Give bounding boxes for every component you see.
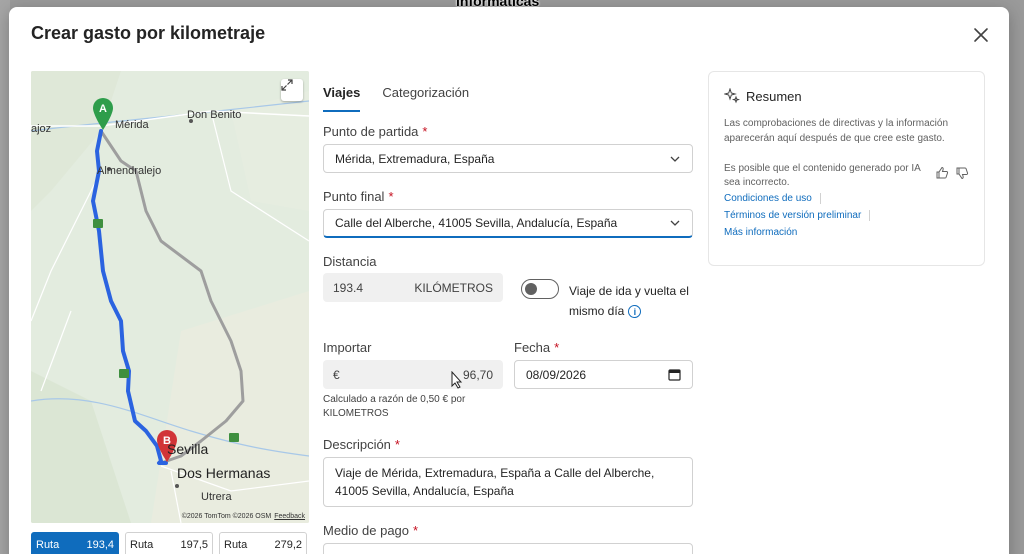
- map-label-don-benito: Don Benito: [187, 109, 242, 121]
- info-icon[interactable]: i: [628, 305, 642, 319]
- mileage-expense-dialog: Crear gasto por kilometraje A B ajoz Mér…: [9, 7, 1009, 554]
- link-separator: [869, 210, 871, 221]
- distance-field: 193.4 KILÓMETROS: [323, 273, 503, 302]
- map-label-almendralejo: Almendralejo: [97, 165, 162, 177]
- map-label-dos-hermanas: Dos Hermanas: [177, 465, 271, 481]
- link-separator: [819, 193, 821, 204]
- tab-viajes[interactable]: Viajes: [323, 85, 361, 112]
- summary-panel: Resumen Las comprobaciones de directivas…: [708, 71, 985, 266]
- distance-unit: KILÓMETROS: [414, 280, 493, 295]
- amount-field: € 96,70: [323, 360, 503, 389]
- route-option-label: Ruta: [224, 539, 248, 551]
- links-row-2: Términos de versión preliminar: [724, 207, 969, 224]
- start-marker-icon[interactable]: A: [91, 97, 115, 131]
- distance-label: Distancia: [323, 254, 377, 269]
- map-attribution-text: ©2026 TomTom ©2026 OSM: [181, 513, 272, 520]
- route-option-distance: 197,5: [180, 539, 208, 551]
- sparkle-icon: [724, 88, 740, 104]
- calendar-icon[interactable]: [668, 368, 681, 381]
- required-marker: *: [413, 523, 419, 538]
- form-tabs: Viajes Categorización: [323, 85, 469, 112]
- required-marker: *: [422, 124, 428, 139]
- chevron-down-icon: [670, 220, 680, 226]
- currency-symbol: €: [333, 367, 340, 382]
- rate-hint: Calculado a razón de 0,50 € por KILOMETR…: [323, 394, 466, 419]
- ai-notice: Es posible que el contenido generado por…: [724, 163, 921, 188]
- summary-text: Las comprobaciones de directivas y la in…: [724, 118, 948, 144]
- end-point-select[interactable]: Calle del Alberche, 41005 Sevilla, Andal…: [323, 209, 693, 238]
- end-point-label-text: Punto final: [323, 189, 385, 204]
- toggle-knob: [525, 283, 537, 295]
- start-point-label: Punto de partida *: [323, 124, 427, 139]
- roundtrip-label: Viaje de ida y vuelta el mismo día i: [569, 281, 699, 321]
- end-point-value: Calle del Alberche, 41005 Sevilla, Andal…: [335, 216, 618, 230]
- map-label-badajoz: ajoz: [31, 123, 52, 135]
- start-point-label-text: Punto de partida: [323, 124, 419, 139]
- route-option-label: Ruta: [130, 539, 154, 551]
- payment-label-text: Medio de pago: [323, 523, 410, 538]
- distance-value: 193.4: [333, 280, 364, 295]
- start-point-select[interactable]: Mérida, Extremadura, España: [323, 144, 693, 173]
- tab-categorizacion[interactable]: Categorización: [382, 85, 469, 112]
- summary-header: Resumen: [724, 88, 969, 104]
- chevron-down-icon: [670, 156, 680, 162]
- map-label-utrera: Utrera: [201, 491, 232, 503]
- expand-map-icon[interactable]: [281, 79, 303, 101]
- description-textarea[interactable]: Viaje de Mérida, Extremadura, España a C…: [323, 457, 693, 507]
- route-option-distance: 279,2: [274, 539, 302, 551]
- summary-title: Resumen: [746, 88, 802, 104]
- required-marker: *: [388, 189, 394, 204]
- date-input[interactable]: 08/09/2026: [514, 360, 693, 389]
- preview-terms-link[interactable]: Términos de versión preliminar: [724, 207, 861, 224]
- start-point-value: Mérida, Extremadura, España: [335, 151, 495, 166]
- date-value: 08/09/2026: [526, 367, 587, 382]
- required-marker: *: [554, 340, 560, 355]
- amount-label: Importar: [323, 340, 372, 355]
- route-option-3[interactable]: Ruta 279,2: [219, 532, 307, 554]
- terms-of-use-link[interactable]: Condiciones de uso: [724, 190, 812, 207]
- payment-label: Medio de pago *: [323, 523, 418, 538]
- dialog-title: Crear gasto por kilometraje: [31, 23, 266, 43]
- route-option-1[interactable]: Ruta 193,4: [31, 532, 119, 554]
- required-marker: *: [394, 437, 400, 452]
- links-row-1: Condiciones de uso: [724, 190, 969, 207]
- description-label-text: Descripción: [323, 437, 391, 452]
- route-option-distance: 193,4: [86, 539, 114, 551]
- roundtrip-toggle[interactable]: [521, 279, 559, 299]
- thumbs-down-icon[interactable]: [955, 166, 969, 180]
- date-label: Fecha *: [514, 340, 559, 355]
- payment-select[interactable]: [323, 543, 693, 554]
- route-option-label: Ruta: [36, 539, 60, 551]
- route-options: Ruta 193,4 Ruta 197,5 Ruta 279,2: [31, 532, 307, 554]
- map-attribution: ©2026 TomTom ©2026 OSM Feedback: [182, 513, 305, 520]
- route-option-2[interactable]: Ruta 197,5: [125, 532, 213, 554]
- description-label: Descripción *: [323, 437, 400, 452]
- date-label-text: Fecha: [514, 340, 551, 355]
- text-cursor-icon: [451, 371, 463, 389]
- close-icon[interactable]: [971, 25, 991, 45]
- feedback-buttons: [935, 166, 969, 190]
- map-label-merida: Mérida: [115, 119, 149, 131]
- map-feedback-link[interactable]: Feedback: [274, 513, 305, 520]
- more-info-link[interactable]: Más información: [724, 224, 969, 241]
- svg-text:A: A: [99, 103, 107, 115]
- amount-value: 96,70: [462, 367, 493, 382]
- ai-notice-row: Es posible que el contenido generado por…: [724, 162, 969, 190]
- thumbs-up-icon[interactable]: [935, 166, 949, 180]
- end-point-label: Punto final *: [323, 189, 394, 204]
- map-label-sevilla: Sevilla: [167, 441, 209, 457]
- route-map[interactable]: A B ajoz Mérida Don Benito Almendralejo …: [31, 71, 309, 523]
